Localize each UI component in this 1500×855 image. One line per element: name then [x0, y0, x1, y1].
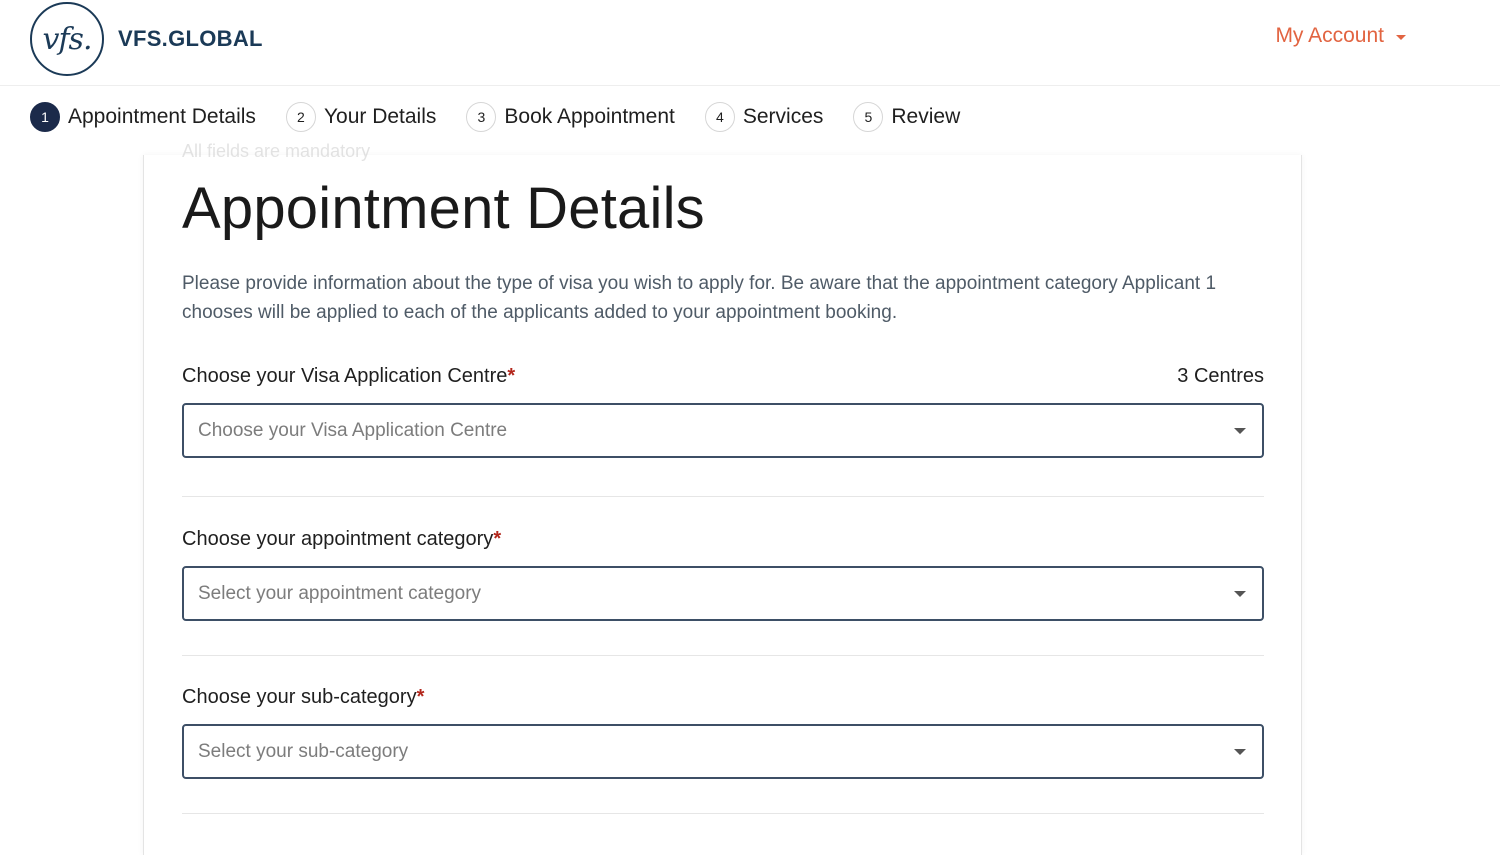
page-description: Please provide information about the typ… — [182, 273, 1217, 323]
mandatory-fields-note: All fields are mandatory — [182, 141, 371, 161]
appointment-category-label: Choose your appointment category* — [182, 528, 502, 550]
appointment-category-field: Choose your appointment category* Select… — [182, 528, 1264, 621]
step-book-appointment[interactable]: 3 Book Appointment — [466, 102, 675, 132]
step-number: 4 — [704, 102, 735, 132]
vfs-logo-text: VFS.GLOBAL — [118, 26, 263, 51]
sub-category-field: Choose your sub-category* Select your su… — [182, 686, 1264, 779]
step-label: Appointment Details — [68, 105, 256, 128]
dropdown-arrow-icon — [1234, 590, 1246, 597]
step-your-details[interactable]: 2 Your Details — [285, 102, 437, 132]
visa-centre-label: Choose your Visa Application Centre* — [182, 365, 516, 387]
select-placeholder: Select your sub-category — [198, 740, 409, 762]
vfs-logo-mark: vfs. — [30, 2, 104, 76]
required-asterisk: * — [416, 686, 425, 708]
section-divider — [182, 655, 1264, 656]
my-account-menu[interactable]: My Account — [1275, 24, 1406, 48]
select-placeholder: Select your appointment category — [198, 582, 482, 604]
site-header: vfs. VFS.GLOBAL My Account — [0, 0, 1500, 86]
required-asterisk: * — [507, 365, 516, 387]
dropdown-arrow-icon — [1234, 427, 1246, 434]
step-label: Review — [891, 105, 961, 128]
step-label: Book Appointment — [504, 105, 675, 128]
step-number: 5 — [853, 102, 884, 132]
visa-centre-field: Choose your Visa Application Centre* 3 C… — [182, 365, 1264, 458]
section-divider — [182, 496, 1264, 497]
step-review[interactable]: 5 Review — [853, 102, 960, 132]
my-account-label: My Account — [1275, 24, 1384, 47]
step-number: 3 — [466, 102, 497, 132]
visa-centre-select[interactable]: Choose your Visa Application Centre — [182, 403, 1264, 458]
select-placeholder: Choose your Visa Application Centre — [198, 419, 508, 441]
sub-category-select[interactable]: Select your sub-category — [182, 724, 1264, 779]
section-divider — [182, 813, 1264, 814]
step-services[interactable]: 4 Services — [704, 102, 824, 132]
appointment-category-select[interactable]: Select your appointment category — [182, 566, 1264, 621]
step-label: Services — [742, 105, 824, 128]
page-title: Appointment Details — [182, 176, 705, 241]
step-label: Your Details — [323, 105, 437, 128]
required-asterisk: * — [493, 528, 502, 550]
vfs-logo[interactable]: vfs. VFS.GLOBAL — [30, 2, 263, 76]
step-appointment-details[interactable]: 1 Appointment Details — [30, 102, 256, 132]
dropdown-arrow-icon — [1234, 748, 1246, 755]
step-number: 1 — [30, 102, 60, 132]
appointment-details-card: All fields are mandatory Appointment Det… — [143, 141, 1302, 855]
centre-count: 3 Centres — [1177, 365, 1264, 387]
sub-category-label: Choose your sub-category* — [182, 686, 425, 708]
progress-stepper: 1 Appointment Details 2 Your Details 3 B… — [30, 100, 990, 134]
step-number: 2 — [285, 102, 316, 132]
caret-down-icon — [1396, 34, 1406, 40]
